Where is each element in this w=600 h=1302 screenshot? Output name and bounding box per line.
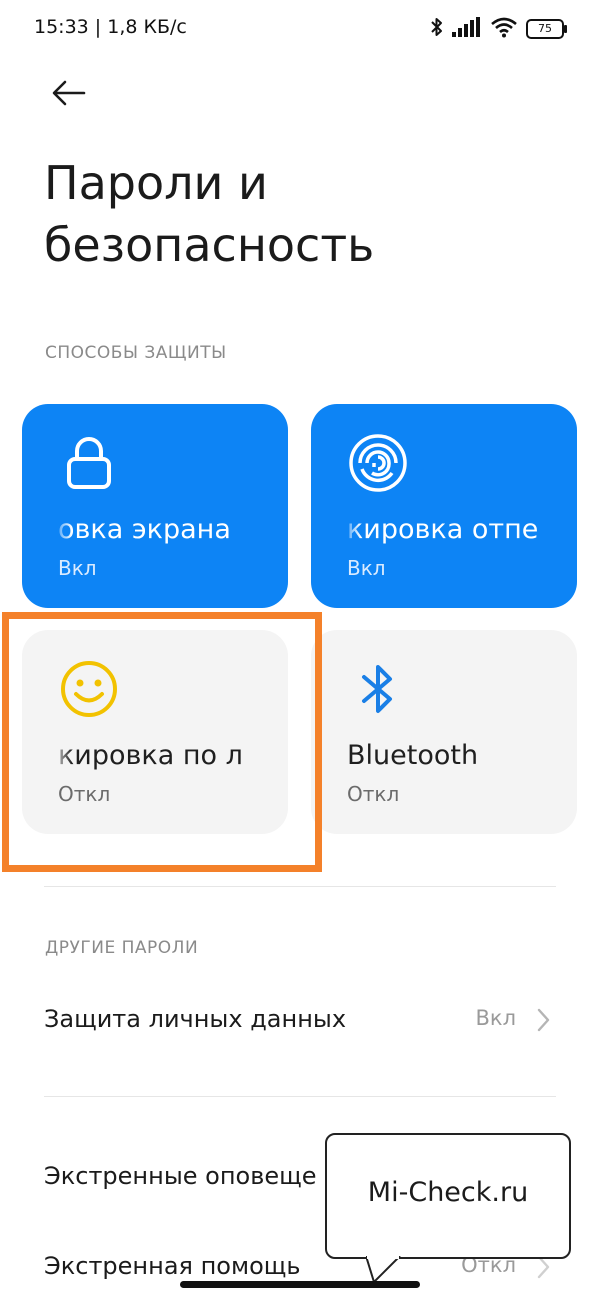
page-title: Пароли и безопасность [44, 156, 375, 272]
card-status: Откл [347, 782, 400, 806]
row-value: Вкл [475, 1006, 516, 1030]
card-face-unlock[interactable]: кировка по л Откл [22, 630, 288, 834]
status-icons: 75 [430, 14, 567, 44]
smiley-face-icon [58, 658, 120, 720]
card-fingerprint-lock[interactable]: кировка отпе Вкл [311, 404, 577, 608]
chevron-right-icon [534, 1007, 552, 1033]
bluetooth-icon [430, 16, 444, 42]
card-bluetooth[interactable]: Bluetooth Откл [311, 630, 577, 834]
battery-icon: 75 [526, 19, 567, 39]
section-header-protection: СПОСОБЫ ЗАЩИТЫ [45, 343, 227, 363]
row-label: Экстренные оповеще [44, 1162, 317, 1190]
card-status: Вкл [58, 556, 97, 580]
bluetooth-icon [347, 658, 409, 720]
card-label: кировка по л [58, 740, 243, 771]
wifi-icon [490, 16, 518, 42]
section-header-other-passwords: ДРУГИЕ ПАРОЛИ [45, 938, 199, 958]
card-label: Bluetooth [347, 740, 479, 771]
back-button[interactable] [44, 70, 94, 120]
status-bar: 15:33 | 1,8 КБ/с 75 [0, 0, 600, 60]
watermark-bubble: Mi-Check.ru [325, 1133, 571, 1259]
watermark-text: Mi-Check.ru [367, 1177, 529, 1208]
row-privacy-protection[interactable]: Защита личных данных Вкл [44, 985, 556, 1055]
divider [44, 1096, 556, 1097]
lock-icon [58, 432, 120, 494]
card-screen-lock[interactable]: овка экрана Вкл [22, 404, 288, 608]
card-status: Откл [58, 782, 111, 806]
signal-icon [452, 17, 482, 41]
fingerprint-icon [347, 432, 409, 494]
card-label: овка экрана [58, 514, 231, 545]
home-indicator[interactable] [180, 1281, 420, 1288]
watermark-tail [366, 1256, 401, 1284]
arrow-left-icon [52, 80, 86, 110]
row-label: Экстренная помощь [44, 1252, 301, 1280]
status-time-speed: 15:33 | 1,8 КБ/с [34, 16, 187, 38]
row-label: Защита личных данных [44, 1005, 347, 1033]
card-label: кировка отпе [347, 514, 539, 545]
divider [44, 886, 556, 887]
card-status: Вкл [347, 556, 386, 580]
